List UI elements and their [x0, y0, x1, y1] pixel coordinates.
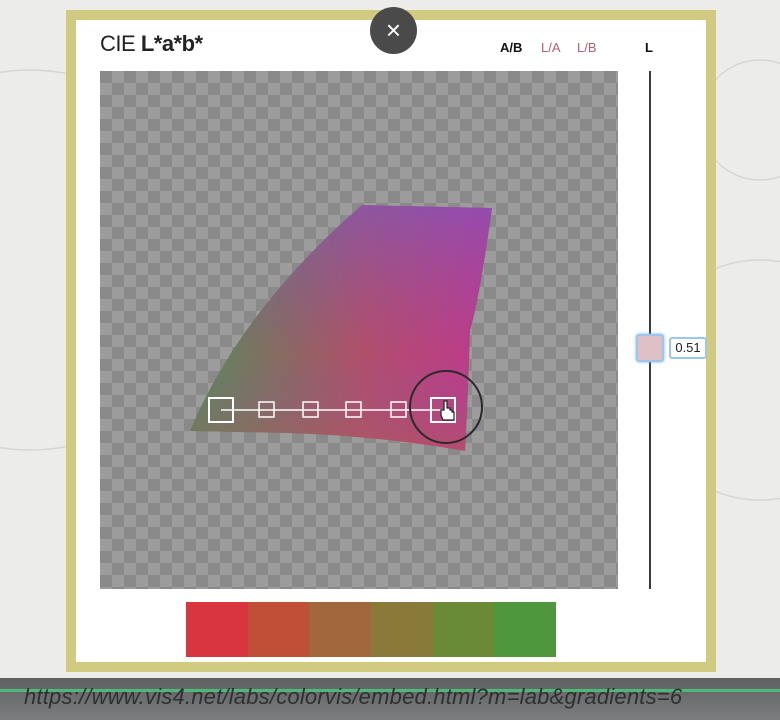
title-prefix: CIE	[100, 31, 136, 56]
gradient-swatch	[371, 602, 433, 657]
tab-ab[interactable]: A/B	[500, 40, 522, 55]
gradient-swatch	[432, 602, 495, 657]
gradient-swatch	[309, 602, 372, 657]
colorspace-title: CIE L*a*b*	[100, 31, 203, 57]
lightness-value-field[interactable]: 0.51	[669, 337, 707, 359]
gradient-swatch	[247, 602, 310, 657]
page-url[interactable]: https://www.vis4.net/labs/colorvis/embed…	[24, 684, 682, 710]
lightness-slider-handle[interactable]	[636, 334, 664, 362]
lightness-label: L	[645, 40, 653, 55]
tab-lb[interactable]: L/B	[577, 40, 597, 55]
tab-la[interactable]: L/A	[541, 40, 561, 55]
lightness-slider-track[interactable]	[649, 71, 651, 589]
close-icon[interactable]: ×	[370, 7, 417, 54]
ab-plane-plot[interactable]	[100, 71, 618, 589]
title-main: L*a*b*	[140, 31, 203, 56]
gradient-preview	[186, 602, 557, 657]
gradient-swatch	[494, 602, 557, 657]
gradient-swatch	[186, 602, 248, 657]
